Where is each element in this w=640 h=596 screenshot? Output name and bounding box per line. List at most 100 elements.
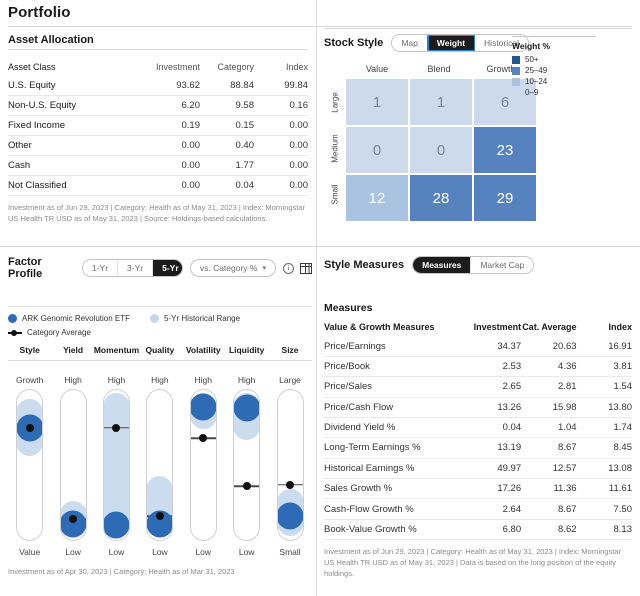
style-cell-medium-blend[interactable]: 0 [410, 127, 472, 173]
category-average-dot [69, 515, 78, 523]
table-row: Other 0.00 0.40 0.00 [8, 136, 308, 156]
stock-style-row-headers: Large Medium Small [324, 79, 346, 221]
factor-bottom-label: Small [279, 547, 301, 557]
cell-index: 1.54 [613, 381, 633, 393]
legend-swatch-icon [512, 55, 520, 64]
style-cell-small-value[interactable]: 12 [346, 175, 408, 221]
factor-track-momentum[interactable]: High Low [95, 369, 138, 561]
col-measure-name: Value & Growth Measures [324, 322, 435, 333]
tab-market-cap[interactable]: Market Cap [471, 257, 534, 273]
tab-5yr[interactable]: 5-Yr [153, 260, 182, 276]
style-measures-body: Price/Earnings 34.37 20.63 16.91 Price/B… [324, 336, 633, 540]
row-label: Long-Term Earnings % [324, 442, 421, 454]
legend-label: 5-Yr Historical Range [164, 314, 241, 323]
style-cell-small-blend[interactable]: 28 [410, 175, 472, 221]
col-header-blend: Blend [427, 64, 451, 74]
factor-gauge[interactable] [16, 389, 44, 541]
factor-period-tabs: 1-Yr 3-Yr 5-Yr [81, 259, 183, 277]
factor-top-label: High [194, 375, 212, 385]
cell-investment: 6.20 [181, 100, 201, 111]
col-index: Index [608, 322, 632, 333]
table-row: Cash-Flow Growth % 2.64 8.67 7.50 [324, 499, 633, 520]
cell-index: 0.00 [289, 140, 309, 151]
comparison-dropdown[interactable]: vs. Category % ▾ [189, 259, 276, 277]
cell-index: 13.08 [608, 462, 632, 474]
factor-bottom-label: Low [152, 547, 168, 557]
col-asset-class: Asset Class [8, 62, 56, 72]
style-measures-footnote: Investment as of Jun 29, 2023 | Category… [324, 547, 621, 578]
factor-track-volatility[interactable]: High Low [182, 369, 225, 561]
legend-item-historical-range: 5-Yr Historical Range [150, 314, 240, 323]
factor-bottom-label: Low [238, 547, 255, 557]
factor-track-yield[interactable]: High Low [51, 369, 94, 561]
factor-track-quality[interactable]: High Low [138, 369, 181, 561]
factor-name-volatility: Volatility [185, 345, 221, 355]
cell-cat-average: 8.67 [558, 442, 577, 454]
factor-gauge[interactable] [146, 389, 174, 541]
table-row: Long-Term Earnings % 13.19 8.67 8.45 [324, 438, 632, 459]
tab-3yr[interactable]: 3-Yr [118, 260, 154, 276]
table-row: Historical Earnings % 49.97 12.57 13.08 [324, 458, 632, 479]
tab-weight[interactable]: Weight [426, 35, 477, 51]
tab-measures[interactable]: Measures [413, 257, 472, 273]
factor-gauge[interactable] [102, 389, 130, 541]
factor-top-label: Large [279, 375, 301, 385]
factor-track-size[interactable]: Large Small [268, 369, 311, 561]
tab-1yr[interactable]: 1-Yr [82, 260, 119, 276]
row-label: Price/Sales [324, 381, 373, 393]
style-measures-title: Style Measures [324, 259, 405, 271]
style-cell-large-blend[interactable]: 1 [410, 79, 472, 125]
stock-style-grid: Large Medium Small 1 1 6 0 0 23 12 28 29 [324, 79, 632, 221]
legend-label: ARK Genomic Revolution ETF [22, 314, 131, 323]
factor-top-label: High [237, 375, 256, 385]
factor-gauge[interactable] [189, 389, 217, 541]
col-index: Index [285, 62, 308, 72]
info-icon[interactable]: i [283, 262, 294, 274]
factor-tracks: Growth Value High Low High Low High Low … [8, 369, 312, 561]
cell-index: 7.50 [613, 503, 633, 515]
table-row: Sales Growth % 17.26 11.36 11.61 [324, 479, 632, 499]
legend-label: 10–24 [525, 77, 548, 86]
cell-investment: 0.00 [181, 180, 201, 191]
style-cell-large-value[interactable]: 1 [346, 79, 408, 125]
factor-gauge[interactable] [233, 389, 261, 541]
tab-map[interactable]: Map [392, 35, 428, 51]
cell-investment: 49.97 [497, 462, 522, 474]
factor-profile-footnote: Investment as of Apr 30, 2023 | Category… [8, 567, 235, 576]
factor-track-style[interactable]: Growth Value [8, 369, 51, 561]
row-header-medium: Medium [330, 133, 340, 163]
cell-investment: 0.19 [181, 120, 201, 131]
factor-gauge[interactable] [276, 389, 304, 541]
factor-track-liquidity[interactable]: High Low [225, 369, 268, 561]
row-label: Book-Value Growth % [324, 523, 417, 535]
row-label: Other [8, 140, 32, 151]
investment-value-dot [190, 393, 216, 420]
legend-item: 10–24 [512, 77, 622, 86]
style-cell-medium-value[interactable]: 0 [346, 127, 408, 173]
stock-style-top-divider [324, 28, 632, 29]
row-header-small: Small [330, 183, 340, 205]
factor-top-label: High [151, 375, 169, 385]
factor-column-names: Style Yield Momentum Quality Volatility … [8, 345, 312, 360]
factor-names-divider [8, 360, 312, 361]
column-divider [316, 0, 317, 596]
style-cell-small-growth[interactable]: 29 [474, 175, 536, 221]
table-view-icon[interactable] [300, 262, 312, 274]
factor-bottom-label: Low [65, 547, 81, 557]
cell-cat-average: 20.63 [552, 340, 577, 352]
header-divider [8, 26, 632, 27]
factor-legend-divider [8, 306, 312, 307]
style-measures-tabs: Measures Market Cap [412, 256, 535, 274]
factor-name-style: Style [19, 345, 40, 355]
cell-index: 16.91 [608, 340, 632, 352]
cell-index: 11.61 [608, 483, 632, 495]
style-cell-medium-growth[interactable]: 23 [474, 127, 536, 173]
light-dot-icon [150, 314, 160, 323]
cell-index: 0.00 [289, 160, 309, 171]
cell-investment: 0.00 [181, 140, 201, 151]
factor-gauge[interactable] [59, 389, 87, 541]
cell-investment: 6.80 [502, 523, 522, 535]
legend-item: 25–49 [512, 66, 622, 75]
table-row: Price/Sales 2.65 2.81 1.54 [324, 377, 632, 397]
legend-swatch-icon [512, 66, 520, 75]
